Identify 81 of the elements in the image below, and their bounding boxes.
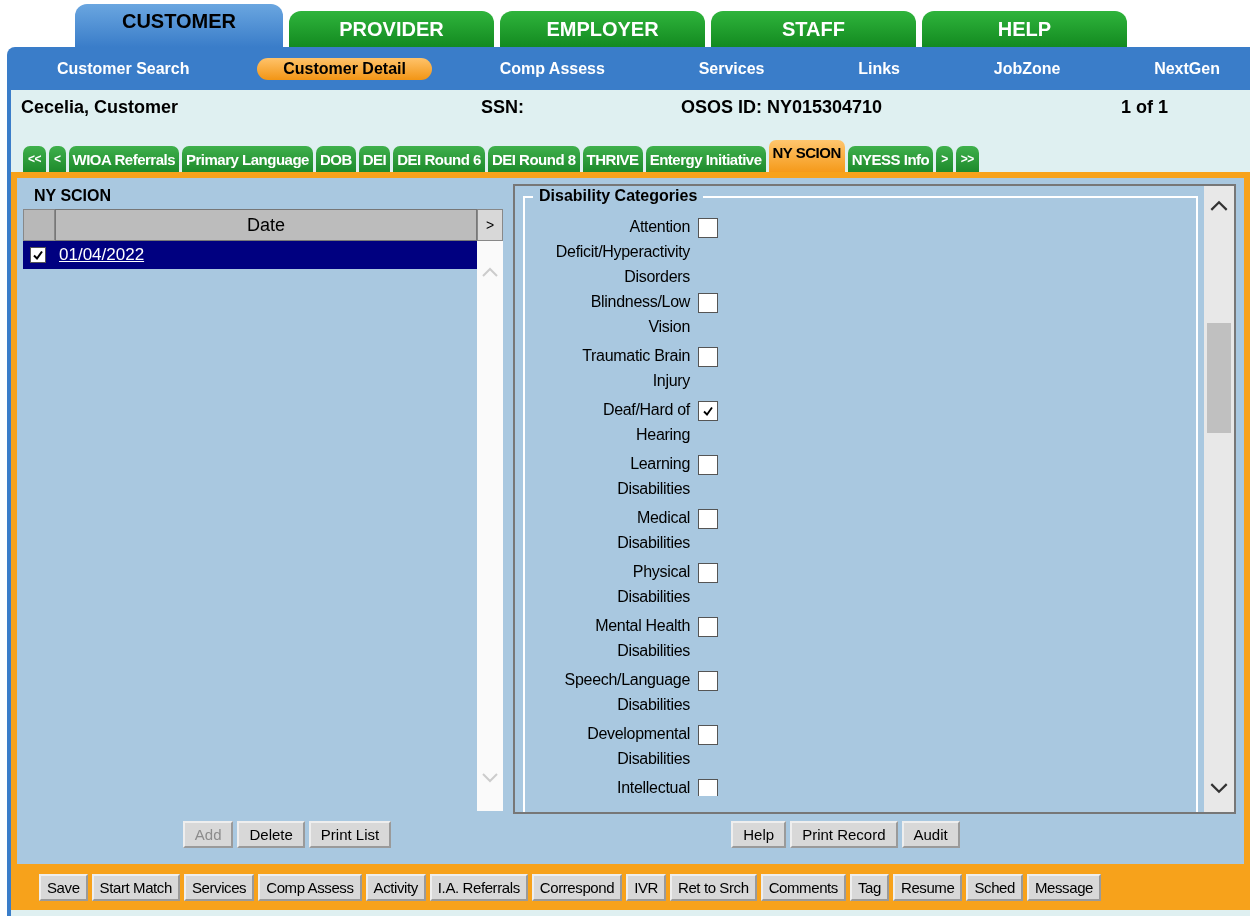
section-tab[interactable]: Primary Language <box>182 146 313 172</box>
table-header-cell <box>23 209 55 241</box>
checkbox[interactable] <box>698 509 718 529</box>
checkbox-label: Blindness/Low Vision <box>589 292 690 337</box>
section-tab[interactable]: DEI Round 6 <box>393 146 485 172</box>
scroll-tab-button[interactable]: << <box>23 146 46 172</box>
section-tab[interactable]: Entergy Initiative <box>645 146 766 172</box>
checkbox-label: Deaf/Hard of Hearing <box>601 400 690 445</box>
toolbar-button[interactable]: Activity <box>365 873 426 901</box>
toolbar-button[interactable]: Comp Assess <box>258 873 362 901</box>
nav-link[interactable]: NextGen <box>1128 57 1246 80</box>
scroll-tab-button[interactable]: > <box>936 146 953 172</box>
checkbox-label: Traumatic Brain Injury <box>581 346 690 391</box>
toolbar-button[interactable]: Start Match <box>91 873 180 901</box>
record-count: 1 of 1 <box>1121 97 1168 118</box>
nav-link[interactable]: JobZone <box>967 57 1087 80</box>
section-tab[interactable]: DOB <box>315 146 356 172</box>
customer-name: Cecelia, Customer <box>21 97 180 118</box>
checkbox[interactable] <box>698 455 718 475</box>
checkbox[interactable] <box>698 563 718 583</box>
check-icon <box>702 405 714 417</box>
ssn-label: SSN: <box>481 97 525 118</box>
checkbox-label: Mental Health Disabilities <box>594 616 690 661</box>
checkbox[interactable] <box>698 617 718 637</box>
checkbox[interactable] <box>698 347 718 367</box>
action-button[interactable]: Help <box>731 820 787 848</box>
scrollbar-thumb[interactable] <box>1207 323 1231 433</box>
toolbar-button[interactable]: Correspond <box>531 873 623 901</box>
scroll-down-icon[interactable] <box>1210 783 1228 794</box>
checkbox-label: Attention Deficit/Hyperactivity Disorders <box>554 217 690 287</box>
toolbar-button[interactable]: Sched <box>966 873 1023 901</box>
section-title: NY SCION <box>33 186 113 206</box>
toolbar-button[interactable]: Services <box>183 873 255 901</box>
date-link[interactable]: 01/04/2022 <box>53 245 145 265</box>
osos-id: OSOS ID: NY015304710 <box>681 97 884 118</box>
toolbar-button[interactable]: IVR <box>626 873 666 901</box>
checkbox-label: Developmental Disabilities <box>586 724 690 769</box>
section-tab[interactable]: THRIVE <box>582 146 643 172</box>
checkbox[interactable] <box>698 218 718 238</box>
scroll-up-icon[interactable] <box>1210 200 1228 211</box>
nav-link[interactable]: Services <box>672 57 791 80</box>
checkbox[interactable] <box>30 247 46 263</box>
nav-link[interactable]: Customer Search <box>31 57 216 80</box>
main-tab[interactable]: CUSTOMER <box>75 4 283 47</box>
toolbar-button[interactable]: I.A. Referrals <box>429 873 528 901</box>
checkbox-label: Intellectual <box>616 778 690 796</box>
checkbox-label: Physical Disabilities <box>616 562 690 607</box>
scroll-tab-button[interactable]: < <box>49 146 66 172</box>
nav-link[interactable]: Customer Detail <box>257 57 432 80</box>
action-button[interactable]: Delete <box>237 820 305 848</box>
nav-link[interactable]: Links <box>832 57 926 80</box>
toolbar-button[interactable]: Comments <box>760 873 846 901</box>
scroll-tab-button[interactable]: >> <box>955 146 979 172</box>
checkbox[interactable] <box>698 401 718 421</box>
toolbar-button[interactable]: Resume <box>892 873 963 901</box>
scrollbar[interactable] <box>1204 186 1234 812</box>
checkbox-label: Medical Disabilities <box>616 508 690 553</box>
checkbox[interactable] <box>698 671 718 691</box>
action-button[interactable]: Print Record <box>790 820 898 848</box>
nav-link[interactable]: Comp Assess <box>473 57 631 80</box>
section-tab[interactable]: NYESS Info <box>847 146 934 172</box>
group-title: Disability Categories <box>533 187 704 205</box>
checkbox-label: Learning Disabilities <box>616 454 690 499</box>
toolbar-button[interactable]: Message <box>1026 873 1102 901</box>
section-tab[interactable]: DEI Round 8 <box>487 146 580 172</box>
checkbox[interactable] <box>698 725 718 745</box>
table-header[interactable]: Date <box>55 209 477 241</box>
toolbar-button[interactable]: Tag <box>849 873 889 901</box>
toolbar-button[interactable]: Ret to Srch <box>670 873 757 901</box>
toolbar-button[interactable]: Save <box>39 873 88 901</box>
action-button[interactable]: Audit <box>901 820 960 848</box>
section-tab[interactable]: NY SCION <box>768 140 845 172</box>
checkbox-label: Speech/Language Disabilities <box>563 670 690 715</box>
check-icon <box>32 249 44 261</box>
checkbox[interactable] <box>698 779 718 796</box>
action-button[interactable]: Print List <box>308 820 392 848</box>
section-tab[interactable]: DEI <box>358 146 391 172</box>
checkbox[interactable] <box>698 293 718 313</box>
column-button[interactable]: > <box>477 209 503 241</box>
section-tab[interactable]: WIOA Referrals <box>68 146 179 172</box>
table-row[interactable]: 01/04/2022 <box>23 241 477 269</box>
